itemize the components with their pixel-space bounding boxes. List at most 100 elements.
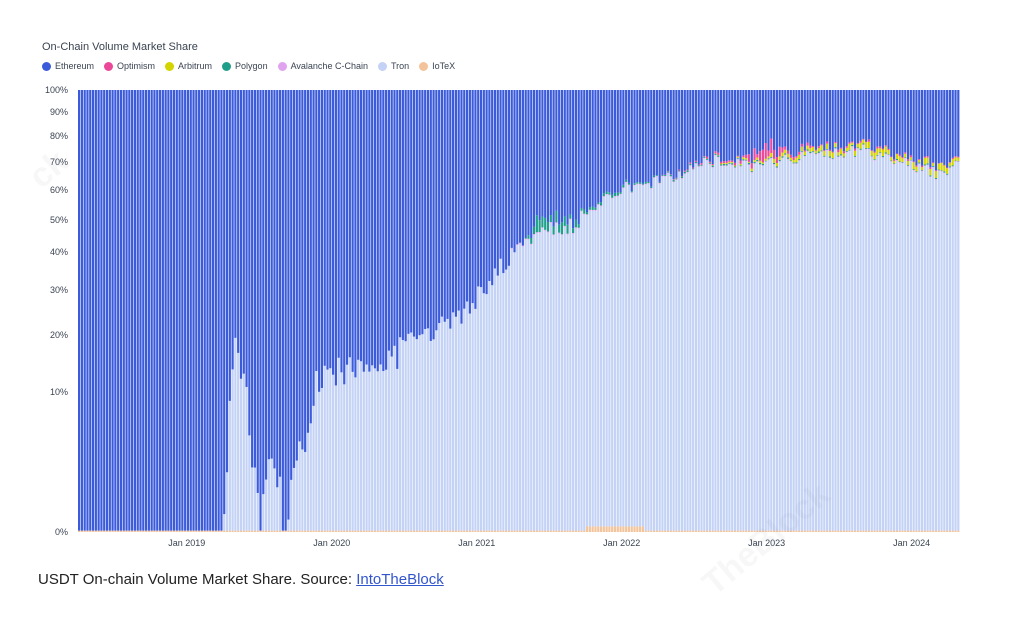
- bar-segment-iotex: [946, 530, 949, 532]
- bar-segment-ethereum: [301, 90, 304, 450]
- bar-segment-optimism: [736, 155, 739, 157]
- bar-segment-tron: [689, 166, 692, 531]
- bar-segment-tron: [424, 329, 427, 531]
- bar-segment-arbitrum: [853, 150, 857, 156]
- bar-segment-tron: [496, 275, 499, 531]
- bar-segment-iotex: [348, 530, 351, 532]
- bar-segment-iotex: [616, 526, 619, 532]
- bar-segment-polygon: [666, 171, 670, 173]
- bar-segment-avalanche-c-chain: [862, 144, 865, 146]
- bar-segment-tron: [477, 286, 480, 531]
- bar-segment-tron: [706, 160, 709, 531]
- bar-segment-arbitrum: [756, 157, 759, 160]
- bar-segment-ethereum: [795, 90, 798, 157]
- bar-segment-ethereum: [666, 90, 670, 171]
- bar-segment-iotex: [719, 530, 723, 532]
- bar-segment-iotex: [217, 530, 220, 532]
- bar-segment-avalanche-c-chain: [583, 213, 586, 215]
- bar-segment-iotex: [594, 526, 597, 532]
- bar-segment-avalanche-c-chain: [798, 160, 801, 161]
- bar-segment-avalanche-c-chain: [683, 173, 686, 175]
- bar-segment-avalanche-c-chain: [686, 172, 689, 173]
- bar-segment-ethereum: [895, 90, 898, 154]
- bar-segment-avalanche-c-chain: [879, 152, 882, 154]
- caption-text: USDT On-chain Volume Market Share. Sourc…: [38, 571, 357, 588]
- bar-segment-iotex: [172, 530, 176, 532]
- bar-segment-avalanche-c-chain: [706, 159, 709, 161]
- bar-segment-ethereum: [661, 90, 664, 175]
- bar-segment-optimism: [884, 145, 887, 147]
- bar-segment-ethereum: [86, 90, 89, 531]
- bar-segment-avalanche-c-chain: [714, 154, 717, 156]
- bar-segment-arbitrum: [906, 160, 910, 166]
- bar-segment-tron: [237, 352, 240, 531]
- bar-segment-ethereum: [831, 90, 834, 152]
- bar-segment-ethereum: [287, 90, 290, 520]
- bar-segment-iotex: [345, 530, 349, 532]
- bar-segment-avalanche-c-chain: [895, 160, 898, 161]
- bar-segment-ethereum: [954, 90, 957, 157]
- bar-segment-iotex: [569, 530, 572, 532]
- bar-segment-tron: [692, 170, 695, 531]
- bar-segment-avalanche-c-chain: [817, 152, 820, 154]
- bar-segment-polygon: [870, 155, 873, 157]
- bar-segment-optimism: [719, 161, 723, 164]
- bar-segment-avalanche-c-chain: [873, 159, 876, 161]
- bar-segment-tron: [340, 372, 343, 531]
- bar-segment-tron: [823, 157, 826, 531]
- bar-segment-arbitrum: [817, 148, 820, 152]
- bar-segment-optimism: [714, 151, 717, 154]
- x-tick-label: Jan 2024: [893, 538, 930, 548]
- bar-segment-optimism: [957, 156, 960, 158]
- bar-segment-ethereum: [337, 90, 340, 358]
- bar-segment-arbitrum: [739, 163, 742, 166]
- bar-segment-avalanche-c-chain: [823, 156, 826, 158]
- bar-segment-ethereum: [915, 90, 918, 166]
- bar-segment-ethereum: [678, 90, 681, 170]
- bar-segment-iotex: [733, 530, 737, 532]
- bar-segment-tron: [357, 359, 360, 531]
- bar-segment-iotex: [904, 530, 907, 532]
- bar-segment-avalanche-c-chain: [764, 161, 767, 163]
- bar-segment-polygon: [597, 202, 600, 205]
- bar-segment-tron: [223, 514, 226, 531]
- bar-segment-ethereum: [184, 90, 187, 531]
- bar-segment-optimism: [775, 157, 778, 164]
- bar-segment-ethereum: [725, 90, 728, 162]
- bar-segment-avalanche-c-chain: [700, 165, 703, 167]
- bar-segment-ethereum: [711, 90, 714, 165]
- bar-segment-tron: [879, 153, 882, 531]
- bar-segment-optimism: [820, 144, 823, 146]
- bar-segment-polygon: [555, 210, 558, 223]
- bar-segment-tron: [418, 335, 421, 531]
- bar-segment-ethereum: [731, 90, 734, 161]
- bar-segment-iotex: [390, 530, 393, 532]
- bar-segment-polygon: [912, 169, 915, 170]
- y-tick-label: 0%: [55, 527, 68, 537]
- bar-segment-arbitrum: [772, 158, 776, 163]
- bar-segment-tron: [295, 460, 298, 531]
- bar-segment-ethereum: [820, 90, 823, 145]
- bar-segment-avalanche-c-chain: [608, 194, 611, 196]
- bar-segment-avalanche-c-chain: [566, 233, 569, 235]
- bar-segment-polygon: [633, 183, 636, 185]
- bar-segment-arbitrum: [856, 143, 859, 148]
- bar-segment-ethereum: [186, 90, 190, 531]
- source-link[interactable]: IntoTheBlock: [356, 571, 444, 588]
- bar-segment-arbitrum: [881, 149, 885, 157]
- bar-segment-avalanche-c-chain: [775, 167, 778, 169]
- bar-segment-polygon: [669, 174, 672, 177]
- bar-segment-iotex: [535, 530, 538, 532]
- bar-segment-iotex: [435, 530, 438, 532]
- bar-segment-tron: [842, 158, 845, 531]
- bar-segment-polygon: [893, 163, 896, 164]
- bar-segment-ethereum: [834, 90, 837, 142]
- bar-segment-tron: [876, 156, 879, 531]
- bar-segment-tron: [745, 161, 748, 531]
- bar-segment-tron: [853, 157, 857, 531]
- bar-segment-avalanche-c-chain: [560, 234, 564, 236]
- bar-segment-tron: [926, 165, 929, 531]
- bar-segment-tron: [890, 161, 893, 531]
- bar-segment-polygon: [613, 192, 617, 196]
- bar-segment-ethereum: [278, 90, 282, 477]
